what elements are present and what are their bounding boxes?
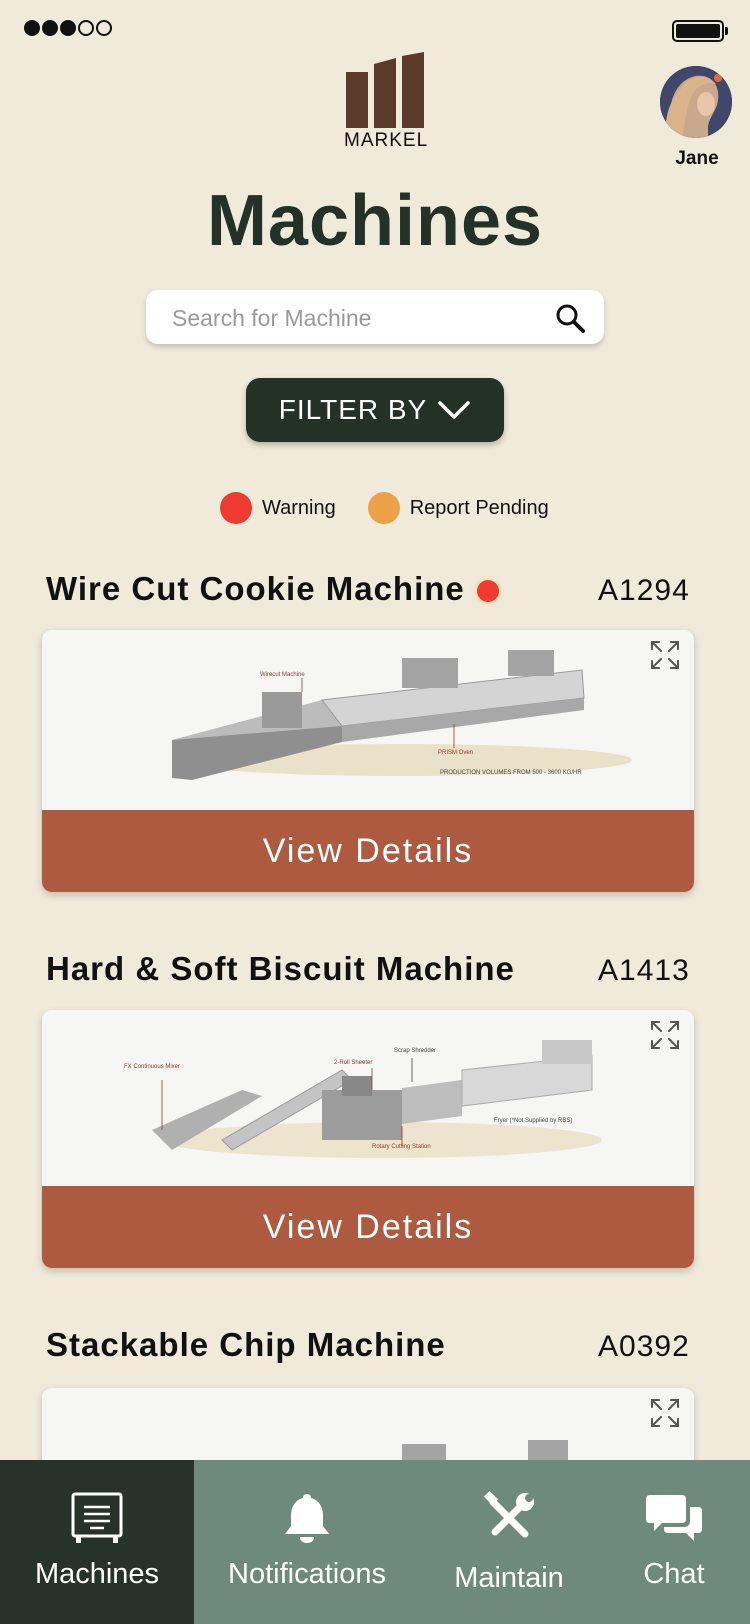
machine-code: A1294 <box>598 574 690 607</box>
signal-dot <box>96 20 112 36</box>
chat-icon <box>646 1495 702 1541</box>
machine-icon <box>71 1492 123 1543</box>
machine-illustration <box>172 650 632 780</box>
image-label: Rotary Cutting Station <box>372 1144 431 1150</box>
image-label: Scrap Shredder <box>394 1048 437 1054</box>
legend-item-warning: Warning <box>220 492 336 524</box>
bottom-tab-bar: Machines Notifications Maintain Chat <box>0 1460 750 1624</box>
logo-mark <box>346 52 424 128</box>
tab-label: Chat <box>643 1558 705 1590</box>
tab-label: Maintain <box>454 1562 564 1594</box>
user-profile[interactable]: Jane <box>660 66 734 170</box>
image-label: 2-Roll Sheeter <box>334 1060 373 1066</box>
avatar[interactable] <box>660 66 732 138</box>
image-label: Wirecut Machine <box>260 672 305 678</box>
brand-name: MARKEL <box>344 130 429 151</box>
image-label: FX Continuous Mixer <box>124 1064 181 1070</box>
legend-item-report-pending: Report Pending <box>367 492 549 524</box>
chevron-down-icon <box>438 401 470 419</box>
machine-name: Hard & Soft Biscuit Machine <box>46 950 515 987</box>
machine-title[interactable]: Wire Cut Cookie Machine <box>46 570 499 608</box>
image-label: PRODUCTION VOLUMES FROM 500 - 3600 KG/HR <box>440 770 582 776</box>
machine-card: FX Continuous Mixer 2-Roll Sheeter Scrap… <box>42 1010 694 1268</box>
machine-name: Stackable Chip Machine <box>46 1326 446 1363</box>
signal-dot <box>60 20 76 36</box>
view-details-button[interactable]: View Details <box>42 810 694 892</box>
machine-illustration <box>152 1040 602 1158</box>
warning-status-icon <box>476 580 499 603</box>
machine-code: A0392 <box>598 1330 690 1363</box>
filter-label: FILTER BY <box>278 394 428 425</box>
machine-code: A1413 <box>598 954 690 987</box>
machine-name: Wire Cut Cookie Machine <box>46 570 465 607</box>
tab-notifications[interactable]: Notifications <box>194 1460 420 1624</box>
warning-dot-icon <box>220 492 252 524</box>
expand-icon[interactable] <box>650 1020 680 1050</box>
image-label: PRISM Oven <box>438 750 474 756</box>
signal-dot <box>24 20 40 36</box>
signal-dot <box>78 20 94 36</box>
filter-button[interactable]: FILTER BY <box>246 378 504 442</box>
legend-label: Report Pending <box>409 496 549 519</box>
page-title: Machines <box>206 181 544 261</box>
tab-maintain[interactable]: Maintain <box>420 1460 598 1624</box>
view-details-button[interactable]: View Details <box>42 1186 694 1268</box>
machine-title[interactable]: Hard & Soft Biscuit Machine <box>46 950 515 988</box>
battery-icon <box>672 20 728 42</box>
tab-label: Notifications <box>228 1558 386 1590</box>
expand-icon[interactable] <box>650 640 680 670</box>
search-input[interactable] <box>170 290 544 346</box>
signal-strength <box>24 20 112 36</box>
search-icon[interactable] <box>554 302 586 334</box>
tab-machines[interactable]: Machines <box>0 1460 194 1624</box>
status-legend: Warning Report Pending <box>220 492 581 524</box>
brand-logo: MARKEL <box>344 52 428 152</box>
expand-icon[interactable] <box>650 1398 680 1428</box>
machine-image[interactable]: Wirecut Machine PRISM Oven PRODUCTION VO… <box>42 630 694 810</box>
machine-title[interactable]: Stackable Chip Machine <box>46 1326 446 1364</box>
bell-icon <box>285 1494 329 1543</box>
image-label: Fryer (*Not Supplied by RBS) <box>494 1118 573 1124</box>
report-pending-dot-icon <box>367 492 400 524</box>
tab-label: Machines <box>34 1558 160 1590</box>
user-name: Jane <box>675 148 719 169</box>
legend-label: Warning <box>262 496 336 519</box>
search-bar <box>146 290 604 346</box>
machine-card: Wirecut Machine PRISM Oven PRODUCTION VO… <box>42 630 694 892</box>
machine-image[interactable]: FX Continuous Mixer 2-Roll Sheeter Scrap… <box>42 1010 694 1186</box>
tools-icon <box>483 1490 534 1538</box>
signal-dot <box>42 20 58 36</box>
tab-chat[interactable]: Chat <box>598 1460 750 1624</box>
